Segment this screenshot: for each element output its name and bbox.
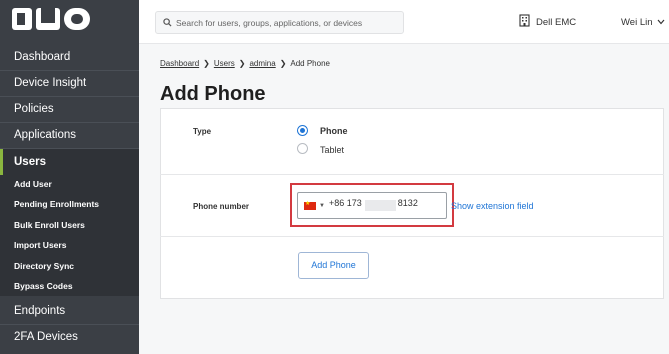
form-divider [160, 236, 664, 237]
sidebar-item-device-insight[interactable]: Device Insight [0, 70, 139, 96]
phone-suffix: 8132 [397, 198, 418, 208]
organization-name[interactable]: Dell EMC [536, 17, 576, 28]
sidebar-item-endpoints[interactable]: Endpoints [0, 298, 139, 324]
breadcrumb-user[interactable]: admina [249, 59, 275, 68]
sidebar-item-policies[interactable]: Policies [0, 96, 139, 122]
search-icon [163, 18, 172, 27]
sidebar: Dashboard Device Insight Policies Applic… [0, 0, 139, 354]
form-divider [160, 174, 664, 175]
duo-logo[interactable] [12, 8, 92, 30]
chevron-down-icon[interactable] [657, 19, 665, 25]
sidebar-item-2fa-devices[interactable]: 2FA Devices [0, 324, 139, 350]
sidebar-subitem-bulk-enroll-users[interactable]: Bulk Enroll Users [14, 219, 85, 231]
sidebar-item-users[interactable]: Users [0, 149, 139, 175]
chevron-right-icon: ❯ [203, 59, 210, 68]
type-phone-radio[interactable] [297, 125, 308, 136]
sidebar-subitem-pending-enrollments[interactable]: Pending Enrollments [14, 198, 99, 210]
sidebar-subitem-directory-sync[interactable]: Directory Sync [14, 260, 74, 272]
caret-down-icon[interactable]: ▼ [319, 203, 325, 209]
type-label: Type [193, 127, 212, 136]
page-title: Add Phone [160, 83, 266, 105]
top-bar: Dell EMC Wei Lin [139, 0, 669, 44]
breadcrumb-dashboard[interactable]: Dashboard [160, 59, 199, 68]
breadcrumb: Dashboard ❯ Users ❯ admina ❯ Add Phone [160, 59, 330, 68]
sidebar-subitem-add-user[interactable]: Add User [14, 178, 52, 190]
sidebar-subitem-import-users[interactable]: Import Users [14, 239, 66, 251]
type-tablet-label[interactable]: Tablet [320, 145, 344, 155]
phone-prefix: +86 173 [329, 198, 362, 208]
building-icon [519, 14, 530, 27]
china-flag-icon[interactable]: ★ [304, 201, 316, 210]
type-phone-label[interactable]: Phone [320, 126, 348, 136]
show-extension-link[interactable]: Show extension field [451, 201, 534, 211]
redacted-digits [365, 200, 396, 211]
chevron-right-icon: ❯ [238, 59, 246, 68]
sidebar-submenu [0, 175, 139, 296]
sidebar-item-dashboard[interactable]: Dashboard [0, 44, 139, 70]
breadcrumb-current: Add Phone [290, 59, 330, 68]
type-tablet-radio[interactable] [297, 143, 308, 154]
chevron-right-icon: ❯ [279, 59, 287, 68]
search-box[interactable] [155, 11, 404, 34]
sidebar-subitem-bypass-codes[interactable]: Bypass Codes [14, 280, 73, 292]
search-input[interactable] [176, 15, 401, 31]
add-phone-button[interactable]: Add Phone [298, 252, 369, 279]
phone-number-label: Phone number [193, 202, 250, 211]
user-menu[interactable]: Wei Lin [621, 17, 653, 28]
sidebar-item-applications[interactable]: Applications [0, 122, 139, 148]
breadcrumb-users[interactable]: Users [214, 59, 235, 68]
